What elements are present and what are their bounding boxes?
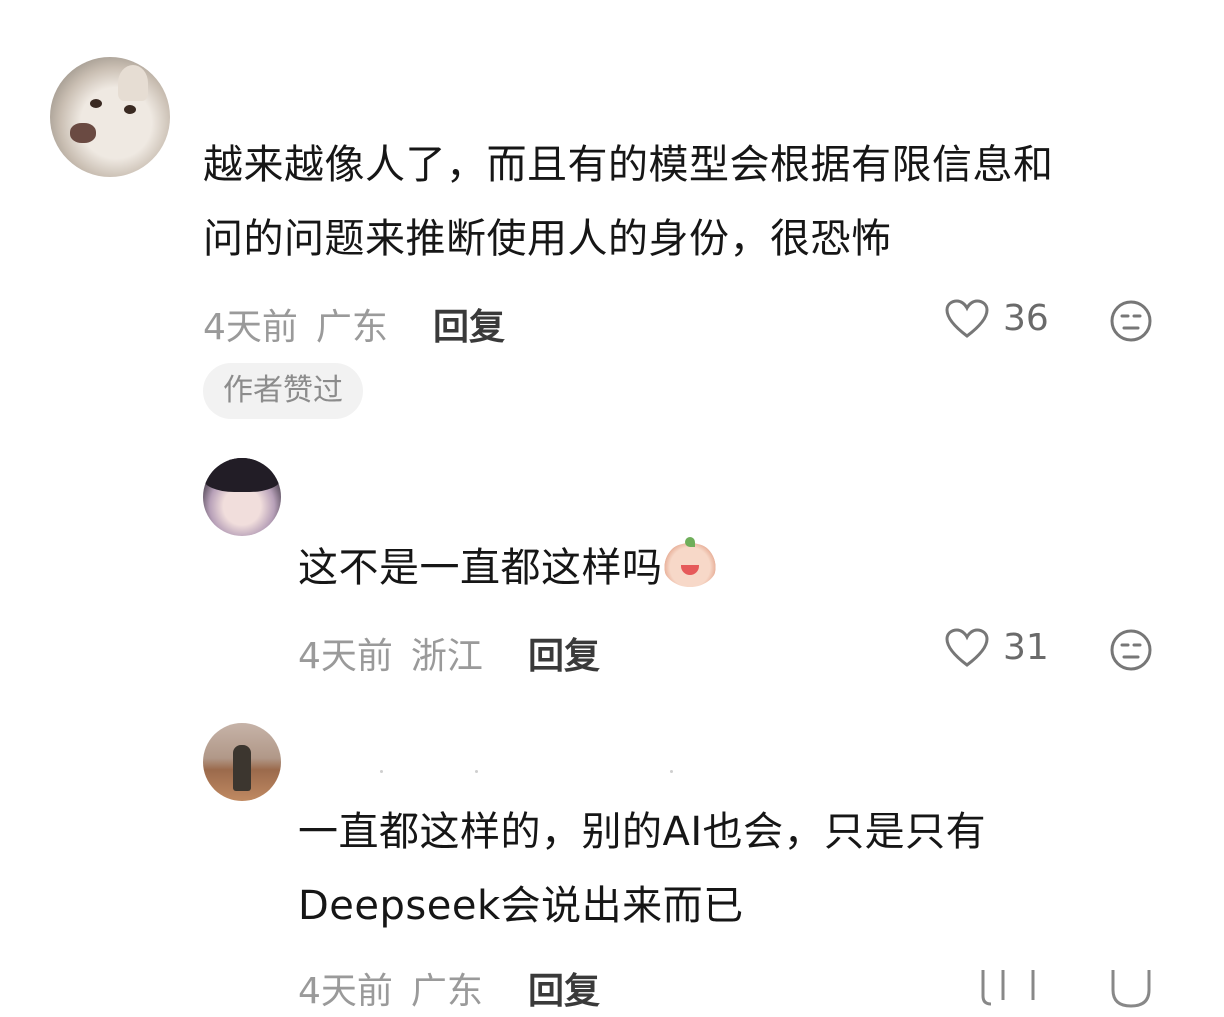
comment-text: 这不是一直都这样吗 — [298, 531, 717, 605]
comment-time: 4天前 — [203, 307, 298, 348]
username-redacted — [380, 770, 680, 774]
comment-text-line: Deepseek会说出来而已 — [298, 883, 744, 929]
avatar[interactable] — [203, 723, 281, 801]
comment-text-line: 问的问题来推断使用人的身份，很恐怖 — [203, 216, 892, 262]
avatar[interactable] — [50, 57, 170, 177]
comment-location: 浙江 — [410, 636, 483, 677]
dislike-face-icon-partial — [1111, 970, 1151, 1008]
reply-button[interactable]: 回复 — [528, 627, 600, 679]
reply-button[interactable]: 回复 — [433, 298, 505, 350]
like-button[interactable]: 36 — [945, 298, 1049, 339]
comment-text: 越来越像人了，而且有的模型会根据有限信息和 问的问题来推断使用人的身份，很恐怖 — [203, 128, 1054, 276]
comment-time: 4天前 — [298, 971, 393, 1012]
like-count: 31 — [1003, 627, 1049, 668]
dislike-face-icon — [1110, 300, 1152, 342]
comment-text-line: 这不是一直都这样吗 — [298, 545, 663, 591]
like-count: 36 — [1003, 298, 1049, 339]
dislike-button[interactable] — [1109, 960, 1153, 1014]
crying-laughing-emoji-icon — [662, 537, 717, 587]
comment-text-line: 越来越像人了，而且有的模型会根据有限信息和 — [203, 142, 1054, 188]
dislike-face-icon — [1110, 629, 1152, 671]
comment-location: 广东 — [315, 307, 388, 348]
dislike-button[interactable] — [1109, 299, 1153, 347]
author-liked-badge: 作者赞过 — [203, 363, 363, 419]
heart-icon — [945, 627, 989, 668]
reply-button[interactable]: 回复 — [528, 962, 600, 1014]
comment-location: 广东 — [410, 971, 483, 1012]
dislike-button[interactable] — [1109, 628, 1153, 676]
comment-meta: 4天前 浙江 — [298, 627, 483, 679]
comment-time: 4天前 — [298, 636, 393, 677]
comment-text-line: 一直都这样的，别的AI也会，只是只有 — [298, 809, 987, 855]
comment-text: 一直都这样的，别的AI也会，只是只有 Deepseek会说出来而已 — [298, 795, 986, 943]
heart-icon — [945, 298, 989, 339]
comment-meta: 4天前 广东 — [203, 298, 388, 350]
heart-icon-partial — [981, 970, 1035, 1006]
like-button[interactable] — [975, 960, 1055, 1010]
like-button[interactable]: 31 — [945, 627, 1049, 668]
avatar[interactable] — [203, 458, 281, 536]
comment-meta: 4天前 广东 — [298, 962, 483, 1014]
